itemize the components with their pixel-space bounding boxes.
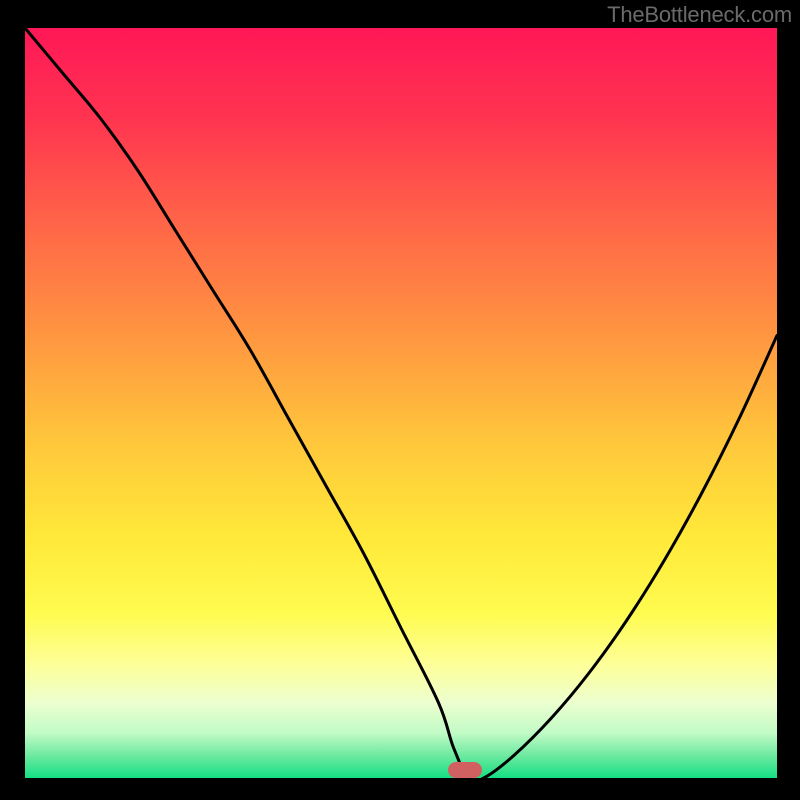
bottleneck-curve	[25, 28, 777, 778]
attribution-text: TheBottleneck.com	[607, 2, 792, 28]
plot-area	[25, 28, 777, 778]
optimum-marker	[448, 762, 482, 779]
chart-container: TheBottleneck.com	[0, 0, 800, 800]
